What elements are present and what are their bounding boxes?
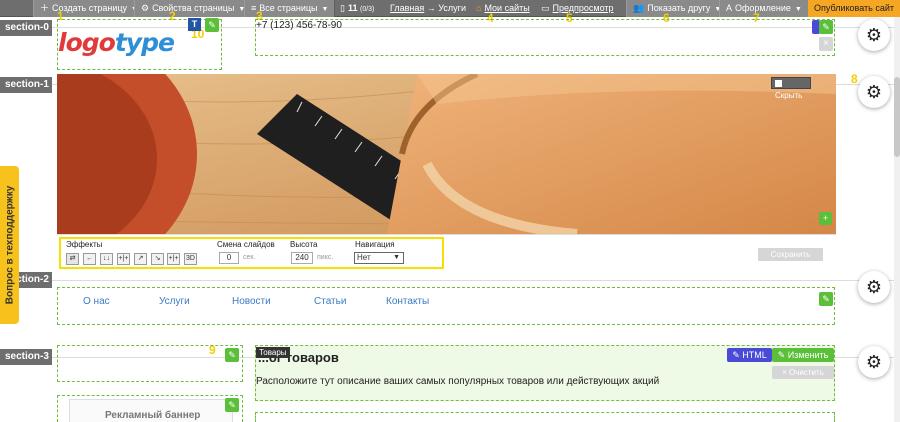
caret-down-icon: ▼ — [321, 6, 329, 13]
edit-logo-button[interactable]: ✎ — [205, 18, 219, 32]
slider-effects-panel: Эффекты ⇄ ← ↓↓ +|+ ↗ ↘ +|+ 3D Смена слай… — [57, 234, 836, 270]
slide-change-unit: сек. — [243, 254, 256, 261]
effect-button-3d[interactable]: 3D — [184, 253, 197, 265]
menu-item-contacts[interactable]: Контакты — [386, 296, 429, 307]
navigation-label: Навигация — [355, 240, 395, 249]
section-label-3: section-3 — [0, 349, 52, 365]
caret-down-icon: ▼ — [794, 6, 802, 13]
checkbox-icon — [775, 80, 782, 88]
phone-text: +7 (123) 456-78-90 — [256, 20, 342, 31]
gear-icon[interactable]: ⚙ — [858, 271, 890, 303]
effect-button[interactable]: ↓↓ — [100, 253, 113, 265]
menu-item-news[interactable]: Новости — [232, 296, 271, 307]
preview-link[interactable]: ▭ Предпросмотр — [541, 0, 614, 17]
navigation-select[interactable]: Нет ▼ — [354, 252, 404, 264]
close-icon: × — [782, 368, 790, 377]
slide-change-input[interactable]: 0 — [219, 252, 239, 264]
next-block[interactable] — [255, 412, 835, 422]
menu-item-services[interactable]: Услуги — [159, 296, 190, 307]
edit-button[interactable]: ✎ Изменить — [772, 348, 834, 362]
section-divider — [0, 280, 900, 281]
my-sites-link[interactable]: ⌂ Мои сайты — [476, 0, 530, 17]
clear-button[interactable]: × Очистить — [772, 366, 834, 379]
monitor-icon: ▭ — [541, 3, 550, 13]
gear-icon: ⚙ — [141, 3, 150, 13]
gear-icon[interactable]: ⚙ — [858, 19, 890, 51]
effect-button[interactable]: +|+ — [117, 253, 130, 265]
add-slide-button[interactable]: + — [819, 212, 832, 225]
page-icon: ▯ — [340, 3, 345, 13]
edit-left-block-button[interactable]: ✎ — [225, 348, 239, 362]
height-label: Высота — [290, 240, 318, 249]
effects-label: Эффекты — [66, 240, 103, 249]
clear-phone-button[interactable]: × — [819, 37, 833, 51]
scrollbar[interactable] — [894, 17, 900, 422]
logo: logotype — [58, 28, 175, 57]
menu-item-articles[interactable]: Статьи — [314, 296, 346, 307]
edit-phone-button[interactable]: ✎ — [819, 20, 833, 34]
height-input[interactable]: 240 — [291, 252, 313, 264]
breadcrumb-home-link[interactable]: Главная — [390, 3, 424, 13]
hero-slider-image: Скрыть — [57, 74, 836, 234]
scrollbar-thumb[interactable] — [894, 77, 900, 157]
banner-text: Рекламный баннер — [105, 410, 201, 421]
effect-button[interactable]: +|+ — [167, 253, 180, 265]
publish-site-button[interactable]: Опубликовать сайт — [808, 0, 900, 17]
create-page-button[interactable]: ＋Создать страницу▼ — [33, 0, 145, 17]
menu-item-about[interactable]: О нас — [83, 296, 110, 307]
products-tag: Товары — [256, 347, 290, 358]
plus-icon: ＋ — [40, 3, 50, 13]
caret-down-icon: ▼ — [393, 254, 400, 261]
edit-banner-button[interactable]: ✎ — [225, 398, 239, 412]
section-label-1: section-1 — [0, 77, 52, 93]
text-icon[interactable]: T — [188, 18, 201, 31]
height-unit: пикс. — [317, 254, 334, 261]
edit-menu-button[interactable]: ✎ — [819, 292, 833, 306]
products-description: Расположите тут описание ваших самых поп… — [256, 376, 660, 387]
save-button[interactable]: Сохранить — [758, 248, 823, 261]
left-block[interactable] — [57, 345, 243, 382]
design-button[interactable]: A Оформление ▼ — [719, 0, 809, 17]
breadcrumb: Главная → Услуги — [390, 3, 466, 13]
pencil-icon: ✎ — [777, 350, 788, 360]
slide-change-label: Смена слайдов — [217, 240, 275, 249]
page-counter: ▯ 11 (0/3) — [340, 0, 374, 17]
hero-illustration — [57, 74, 836, 234]
effect-button[interactable]: ↗ — [134, 253, 147, 265]
users-icon: 👥 — [633, 3, 645, 13]
page-properties-button[interactable]: ⚙ Свойства страницы ▼ — [134, 0, 253, 17]
phone-block[interactable] — [255, 19, 835, 56]
brush-icon: A — [726, 3, 733, 13]
gear-icon[interactable]: ⚙ — [858, 76, 890, 108]
html-button[interactable]: ✎ HTML — [727, 348, 772, 362]
effect-button[interactable]: ← — [83, 253, 96, 265]
show-friend-button[interactable]: 👥 Показать другу ▼ — [626, 0, 729, 17]
support-tab[interactable]: Вопрос в техподдержку — [0, 166, 19, 324]
section-label-0: section-0 — [0, 20, 52, 36]
gear-icon[interactable]: ⚙ — [858, 346, 890, 378]
hide-toggle[interactable]: Скрыть — [771, 77, 811, 100]
home-icon: ⌂ — [476, 3, 482, 13]
pencil-icon: ✎ — [732, 350, 743, 360]
top-toolbar: ＋Создать страницу▼ ⚙Свойства страницы▼ ≡… — [0, 0, 900, 17]
effect-button[interactable]: ↘ — [151, 253, 164, 265]
effect-button[interactable]: ⇄ — [66, 253, 79, 265]
